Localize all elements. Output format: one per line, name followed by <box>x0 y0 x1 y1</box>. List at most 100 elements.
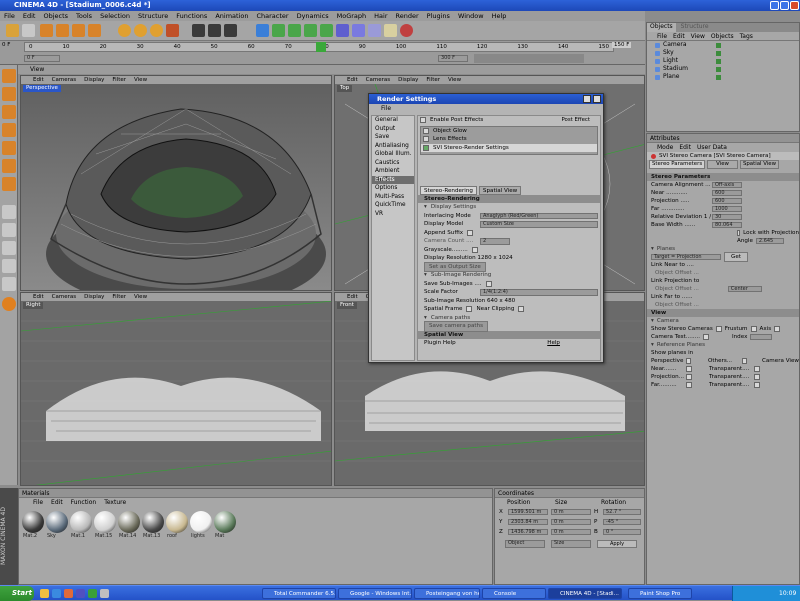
taskbar-button[interactable]: Paint Shop Pro <box>628 588 692 599</box>
taskbar-button[interactable]: Total Commander 6.5... <box>262 588 336 599</box>
object-row-camera[interactable]: Camera <box>647 41 799 49</box>
material-swatch[interactable] <box>94 511 116 533</box>
nav-item-caustics[interactable]: Caustics <box>372 159 414 168</box>
viewport-menu-edit[interactable]: Edit <box>33 293 44 301</box>
coordinate-system-icon[interactable] <box>166 24 179 37</box>
object-visibility-icon[interactable] <box>716 42 721 48</box>
quicklaunch-desktop-icon[interactable] <box>100 589 109 598</box>
scene-icon[interactable] <box>336 24 349 37</box>
taskbar-button[interactable]: Posteingang von hein... <box>414 588 480 599</box>
material-swatch[interactable] <box>22 511 44 533</box>
scale-icon[interactable] <box>72 24 85 37</box>
object-row-plane[interactable]: Plane <box>647 73 799 81</box>
taskbar-button[interactable]: Console <box>482 588 546 599</box>
minimize-button[interactable] <box>770 1 779 10</box>
viewport-menu-view[interactable]: View <box>448 76 461 84</box>
viewport-menu-view[interactable]: View <box>134 76 147 84</box>
object-visibility-icon[interactable] <box>716 50 721 56</box>
objects-menu-edit[interactable]: Edit <box>673 32 685 40</box>
object-row-sky[interactable]: Sky <box>647 49 799 57</box>
tab-spatial-view-attr[interactable]: Spatial View <box>739 160 780 169</box>
enable-post-effects-row[interactable]: Enable Post Effects Post Effect <box>418 116 600 125</box>
nav-item-ambient-occl-[interactable]: Ambient Occl. <box>372 167 414 183</box>
display-settings-group[interactable]: ▾ Display Settings <box>418 203 600 212</box>
get-button[interactable]: Get <box>724 252 748 262</box>
rotation-field[interactable]: -45 ° <box>603 518 641 526</box>
size-field[interactable]: 0 m <box>551 518 591 526</box>
menu-character[interactable]: Character <box>256 11 288 21</box>
taskbar-button[interactable]: Google - Windows Int... <box>338 588 412 599</box>
viewport-menu-view[interactable]: View <box>134 293 147 301</box>
angle-field[interactable]: 2.645 <box>755 237 784 245</box>
viewport-menu-display[interactable]: Display <box>84 76 104 84</box>
start-button[interactable]: Start <box>0 586 34 601</box>
planes-group[interactable]: ▾ Planes <box>647 245 799 253</box>
material-swatch[interactable] <box>142 511 164 533</box>
object-mode-icon[interactable] <box>2 87 16 101</box>
objects-menu-tags[interactable]: Tags <box>740 32 753 40</box>
index-field[interactable] <box>750 333 773 341</box>
menu-render[interactable]: Render <box>396 11 419 21</box>
quicklaunch-excel-icon[interactable] <box>88 589 97 598</box>
timeline-playhead[interactable] <box>316 42 326 52</box>
camera-count-field[interactable]: 2 <box>480 238 510 245</box>
object-row-stadium[interactable]: Stadium <box>647 65 799 73</box>
camera-icon[interactable] <box>368 24 381 37</box>
attribute-value[interactable]: 80.064 <box>712 221 742 229</box>
bend-icon[interactable] <box>320 24 333 37</box>
plane-mid-checkbox[interactable] <box>754 374 760 380</box>
deformer-icon[interactable] <box>304 24 317 37</box>
preview-end-field[interactable]: 300 F <box>438 55 468 62</box>
material-swatch[interactable] <box>46 511 68 533</box>
apply-button[interactable]: Apply <box>597 540 637 548</box>
viewport-menu-cameras[interactable]: Cameras <box>52 76 76 84</box>
help-link[interactable]: Help <box>547 339 560 348</box>
post-effect-button[interactable]: Post Effect <box>561 116 590 125</box>
nav-item-options[interactable]: Options <box>372 184 414 193</box>
nav-item-general[interactable]: General <box>372 116 414 125</box>
size-field[interactable]: 0 m <box>551 528 591 536</box>
live-selection-icon[interactable] <box>40 24 53 37</box>
plane-checkbox[interactable] <box>686 382 692 388</box>
menu-animation[interactable]: Animation <box>215 11 248 21</box>
append-suffix-checkbox[interactable] <box>467 229 474 236</box>
material-swatch[interactable] <box>166 511 188 533</box>
viewport-menu-filter[interactable]: Filter <box>426 76 440 84</box>
menu-objects[interactable]: Objects <box>43 11 68 21</box>
attribute-value[interactable]: 600 <box>712 197 742 205</box>
grayscale-checkbox[interactable] <box>471 246 478 253</box>
quicklaunch-firefox-icon[interactable] <box>64 589 73 598</box>
menu-selection[interactable]: Selection <box>100 11 130 21</box>
workplane-icon[interactable] <box>2 123 16 137</box>
link-near-row[interactable]: Link Near to .... <box>647 261 799 269</box>
taskbar-button[interactable]: CINEMA 4D - [Stadi... <box>548 588 622 599</box>
interlacing-mode-select[interactable]: Anaglyph (Red/Green) <box>480 212 598 219</box>
plane-checkbox[interactable] <box>686 374 692 380</box>
nav-item-effects[interactable]: Effects <box>372 175 414 184</box>
save-sub-images-checkbox[interactable] <box>485 280 492 287</box>
menu-plugins[interactable]: Plugins <box>427 11 450 21</box>
nav-item-global-illum-[interactable]: Global Illum. <box>372 150 414 159</box>
menu-structure[interactable]: Structure <box>138 11 168 21</box>
quicklaunch-folder-icon[interactable] <box>40 589 49 598</box>
playback-controls[interactable] <box>474 54 584 63</box>
stereo-camera-icon[interactable] <box>400 24 413 37</box>
sculpt-icon[interactable] <box>2 297 16 311</box>
maximize-button[interactable] <box>780 1 789 10</box>
undo-icon[interactable] <box>6 24 19 37</box>
viewport-menu-display[interactable]: Display <box>84 293 104 301</box>
menu-mograph[interactable]: MoGraph <box>337 11 367 21</box>
link-projection-row[interactable]: Link Projection to <box>647 277 799 285</box>
plane-mid-checkbox[interactable] <box>754 382 760 388</box>
menu-tools[interactable]: Tools <box>76 11 92 21</box>
tab-structure[interactable]: Structure <box>678 23 712 32</box>
menu-help[interactable]: Help <box>492 11 507 21</box>
plane-mid-checkbox[interactable] <box>754 366 760 372</box>
menu-window[interactable]: Window <box>458 11 484 21</box>
menu-hair[interactable]: Hair <box>374 11 387 21</box>
material-swatch[interactable] <box>70 511 92 533</box>
lock-icon[interactable] <box>2 277 16 291</box>
array-icon[interactable] <box>288 24 301 37</box>
tab-objects[interactable]: Objects <box>647 23 676 32</box>
attributes-menu-item[interactable]: Edit <box>679 143 691 152</box>
